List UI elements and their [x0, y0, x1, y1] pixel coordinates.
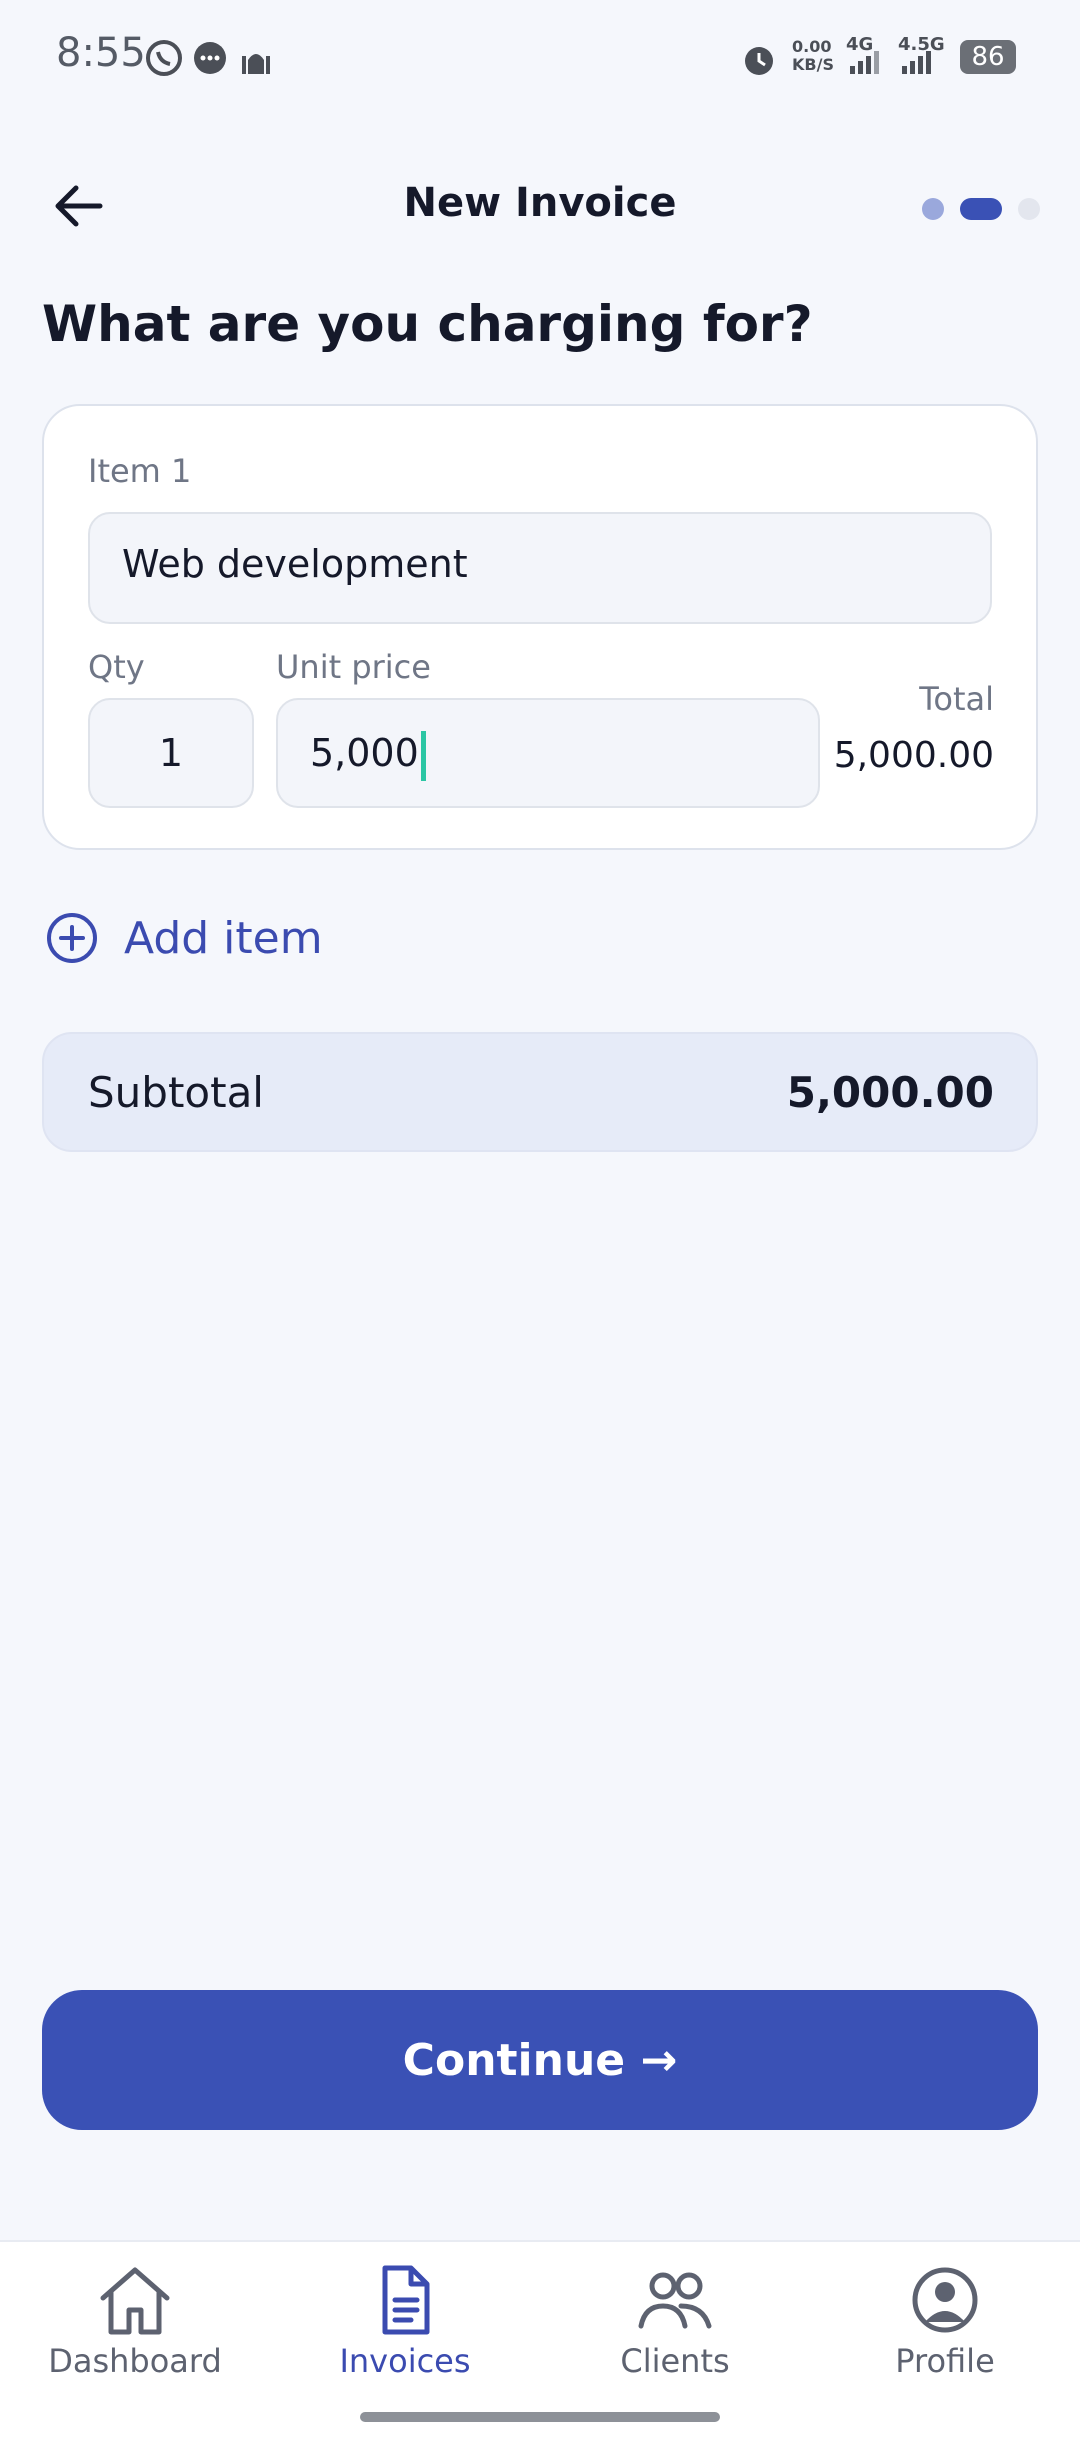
nav-invoices[interactable]: Invoices	[270, 2262, 540, 2380]
nav-dashboard[interactable]: Dashboard	[0, 2262, 270, 2380]
add-item-label: Add item	[124, 912, 323, 964]
step-dot-3	[1018, 198, 1040, 220]
unit-price-input[interactable]: 5,000	[276, 698, 820, 808]
item-description-value: Web development	[122, 542, 468, 586]
battery-indicator: 86	[960, 40, 1016, 74]
step-dot-2-active	[960, 198, 1002, 220]
unit-price-value: 5,000	[310, 731, 419, 775]
network-speed: 0.00 KB/S	[792, 37, 834, 74]
whatsapp-icon	[144, 38, 184, 78]
item-label: Item 1	[88, 452, 192, 490]
continue-button[interactable]: Continue →	[42, 1990, 1038, 2130]
document-icon	[382, 2265, 430, 2335]
unit-price-label: Unit price	[276, 648, 431, 686]
alarm-icon	[740, 40, 778, 78]
qty-label: Qty	[88, 648, 145, 686]
subtotal-value: 5,000.00	[786, 1068, 994, 1117]
add-item-button[interactable]: Add item	[46, 912, 323, 964]
signal-icon	[848, 50, 884, 74]
section-question: What are you charging for?	[42, 295, 813, 353]
nav-label-profile: Profile	[895, 2342, 995, 2380]
people-icon	[638, 2272, 712, 2329]
item-total-value: 5,000.00	[833, 735, 994, 776]
nav-label-dashboard: Dashboard	[48, 2342, 222, 2380]
message-icon	[192, 40, 228, 76]
nav-profile[interactable]: Profile	[810, 2262, 1080, 2380]
home-icon	[100, 2267, 170, 2335]
status-time: 8:55	[56, 30, 146, 76]
subtotal-label: Subtotal	[88, 1068, 264, 1117]
plus-circle-icon	[47, 913, 97, 963]
qty-input[interactable]: 1	[88, 698, 254, 808]
profile-icon	[912, 2267, 978, 2333]
total-label: Total	[919, 680, 994, 718]
mosque-icon	[238, 38, 274, 76]
text-cursor	[420, 730, 426, 781]
nav-label-clients: Clients	[620, 2342, 730, 2380]
step-dot-1	[922, 198, 944, 220]
nav-clients[interactable]: Clients	[540, 2262, 810, 2380]
home-indicator	[360, 2412, 720, 2422]
nav-label-invoices: Invoices	[339, 2342, 471, 2380]
qty-value: 1	[158, 731, 184, 775]
signal-icon-2	[900, 50, 936, 74]
continue-label: Continue →	[402, 2034, 678, 2086]
item-description-input[interactable]: Web development	[88, 512, 992, 624]
page-title: New Invoice	[403, 180, 677, 226]
